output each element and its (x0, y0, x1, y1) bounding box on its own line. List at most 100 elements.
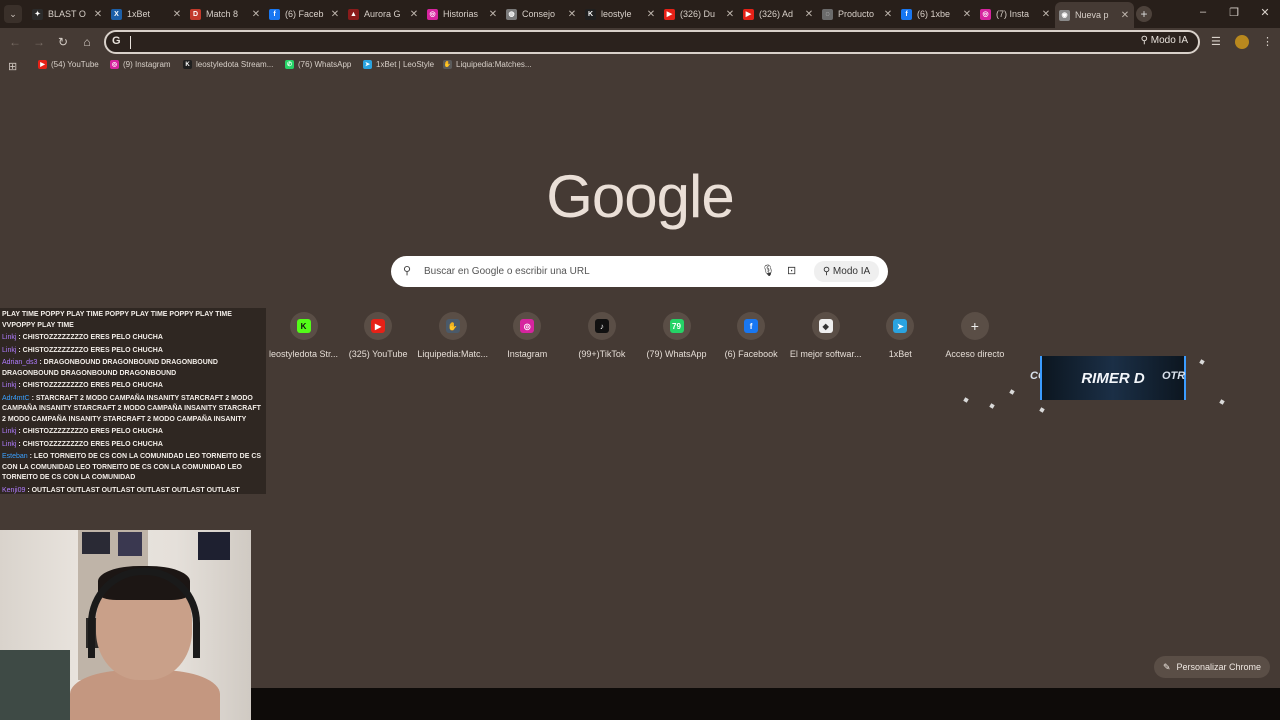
telegram-icon: ➤ (893, 319, 908, 333)
kick-icon: K (585, 8, 596, 20)
shortcut-label: (99+)TikTok (578, 349, 626, 359)
browser-tab[interactable]: ◎ (7) Insta ✕ (976, 4, 1055, 24)
tab-close-icon[interactable]: ✕ (646, 9, 656, 20)
bookmark-label: (9) Instagram (123, 60, 171, 69)
tab-title: Historias (443, 9, 479, 19)
chat-username: Linkj (2, 440, 17, 448)
chat-message: Adrian_ds3 : DRAGONBOUND DRAGONBOUND DRA… (2, 358, 264, 379)
bookmark-item[interactable]: ✆ (76) WhatsApp (285, 60, 351, 69)
tab-close-icon[interactable]: ✕ (172, 9, 182, 20)
shortcut-tile[interactable]: ➤ 1xBet (863, 312, 938, 359)
chat-text: : CHISTOZZZZZZZZO ERES PELO CHUCHA (18, 382, 163, 389)
browser-tab[interactable]: Kleostyle ✕ (581, 4, 660, 24)
bookmark-item[interactable]: ✋ Liquipedia:Matches... (443, 60, 532, 69)
facebook-icon: f (901, 8, 912, 20)
tab-title: Aurora G (364, 9, 401, 19)
restore-button[interactable]: ❐ (1226, 6, 1242, 19)
shortcut-circle: + (960, 312, 989, 340)
bookmark-label: 1xBet | LeoStyle (376, 60, 435, 69)
forward-icon[interactable]: → (31, 34, 47, 50)
shortcut-tile[interactable]: ◎ Instagram (490, 312, 565, 359)
google-lens-icon[interactable]: ⊡ (787, 264, 796, 277)
chat-text: : LEO TORNEITO DE CS CON LA COMUNIDAD LE… (2, 453, 262, 481)
youtube-icon: ▶ (371, 319, 386, 333)
chat-message: PLAY TIME POPPY PLAY TIME POPPY PLAY TIM… (2, 310, 264, 331)
shortcut-circle: ♪ (587, 312, 616, 340)
tab-close-icon[interactable]: ✕ (1120, 10, 1130, 21)
youtube-icon: ▶ (743, 8, 754, 20)
apps-grid-icon[interactable]: ⊞ (8, 60, 17, 73)
bookmark-favicon-icon: ➤ (363, 60, 372, 69)
address-bar[interactable]: G ⚲ Modo IA (104, 30, 1200, 54)
browser-tab[interactable]: ◉ Nueva p ✕ (1055, 2, 1134, 28)
browser-tab[interactable]: ◎ Historias ✕ (423, 4, 502, 24)
shortcut-circle: K (289, 312, 318, 340)
bookmarks-bar: ⊞ ▶ (54) YouTube ◎ (9) Instagram Kleostyledo… (0, 56, 1280, 76)
shortcut-tile[interactable]: f (6) Facebook (714, 312, 789, 359)
browser-tab[interactable]: ✦ BLAST O ✕ (28, 4, 107, 24)
tab-title: Consejo (522, 9, 556, 19)
reload-icon[interactable]: ↻ (55, 34, 71, 50)
bookmark-item[interactable]: ➤ 1xBet | LeoStyle (363, 60, 434, 69)
close-window-button[interactable]: ✕ (1257, 6, 1273, 19)
tab-close-icon[interactable]: ✕ (567, 9, 577, 20)
browser-tab[interactable]: f (6) Faceb ✕ (265, 4, 344, 24)
shortcut-circle: ▶ (364, 312, 393, 340)
shortcut-tile[interactable]: ◆ El mejor softwar... (788, 312, 863, 359)
shortcut-circle: ◎ (513, 312, 542, 340)
tab-close-icon[interactable]: ✕ (488, 9, 498, 20)
tab-close-icon[interactable]: ✕ (409, 9, 419, 20)
tab-close-icon[interactable]: ✕ (725, 9, 735, 20)
bookmark-label: Liquipedia:Matches... (456, 60, 532, 69)
menu-kebab-icon[interactable]: ⋮ (1262, 35, 1273, 48)
browser-tab[interactable]: f (6) 1xbe ✕ (897, 4, 976, 24)
instagram-icon: ◎ (520, 319, 535, 333)
bookmark-item[interactable]: ▶ (54) YouTube (38, 60, 99, 69)
new-tab-button[interactable]: + (1136, 6, 1152, 22)
text-caret (130, 36, 131, 49)
browser-tab[interactable]: ▲ Aurora G ✕ (344, 4, 423, 24)
shortcut-tile[interactable]: ✋ Liquipedia:Matc... (415, 312, 490, 359)
tab-title: (6) Faceb (285, 9, 324, 19)
browser-tab[interactable]: ▶ (326) Ad ✕ (739, 4, 818, 24)
bookmark-item[interactable]: ◎ (9) Instagram (110, 60, 171, 69)
shortcut-label: (325) YouTube (348, 349, 408, 359)
tab-close-icon[interactable]: ✕ (1041, 9, 1051, 20)
chat-text: : CHISTOZZZZZZZZO ERES PELO CHUCHA (18, 334, 163, 341)
profile-avatar[interactable] (1235, 35, 1249, 49)
browser-tab[interactable]: ◍ Consejo ✕ (502, 4, 581, 24)
modo-ia-button[interactable]: ⚲ Modo IA (814, 261, 879, 282)
shortcut-tile[interactable]: 79 (79) WhatsApp (639, 312, 714, 359)
bookmark-item[interactable]: Kleostyledota Stream... (183, 60, 273, 69)
shortcut-circle: 79 (662, 312, 691, 340)
browser-tab[interactable]: ◌ Producto ✕ (818, 4, 897, 24)
banner-right-text: OTR (1162, 370, 1186, 382)
tab-search-button[interactable]: ⌄ (4, 5, 22, 23)
microphone-icon[interactable]: 🎙 (761, 264, 775, 277)
shortcut-tile[interactable]: ▶ (325) YouTube (341, 312, 416, 359)
tab-close-icon[interactable]: ✕ (962, 9, 972, 20)
home-icon[interactable]: ⌂ (79, 34, 95, 50)
tab-groups-icon[interactable]: ☰ (1211, 35, 1221, 48)
chat-username: Adrian_ds3 (2, 359, 38, 366)
pencil-icon: ✎ (1162, 661, 1171, 672)
search-box[interactable]: ⚲ Buscar en Google o escribir una URL 🎙 … (391, 256, 888, 287)
browser-tab[interactable]: X 1xBet ✕ (107, 4, 186, 24)
browser-tab[interactable]: D Match 8 ✕ (186, 4, 265, 24)
tab-close-icon[interactable]: ✕ (93, 9, 103, 20)
tab-close-icon[interactable]: ✕ (251, 9, 261, 20)
tab-close-icon[interactable]: ✕ (883, 9, 893, 20)
tab-close-icon[interactable]: ✕ (330, 9, 340, 20)
tab-close-icon[interactable]: ✕ (804, 9, 814, 20)
back-icon[interactable]: ← (7, 34, 23, 50)
taskbar-strip (251, 688, 1280, 720)
shortcut-tile[interactable]: Kleostyledota Str... (266, 312, 341, 359)
browser-tab[interactable]: ▶ (326) Du ✕ (660, 4, 739, 24)
omnibox-modo-ia-button[interactable]: ⚲ Modo IA (1141, 35, 1188, 46)
shortcut-tile[interactable]: ♪ (99+)TikTok (564, 312, 639, 359)
minimize-button[interactable]: – (1195, 6, 1211, 18)
chat-username: Adr4mtC (2, 394, 30, 402)
tab-strip: ⌄ ✦ BLAST O ✕ X 1xBet ✕ D Match 8 ✕ f (6) Faceb ✕ ▲ A… (0, 0, 1280, 28)
customize-chrome-button[interactable]: ✎ Personalizar Chrome (1154, 656, 1270, 678)
tab-title: (7) Insta (996, 9, 1030, 19)
